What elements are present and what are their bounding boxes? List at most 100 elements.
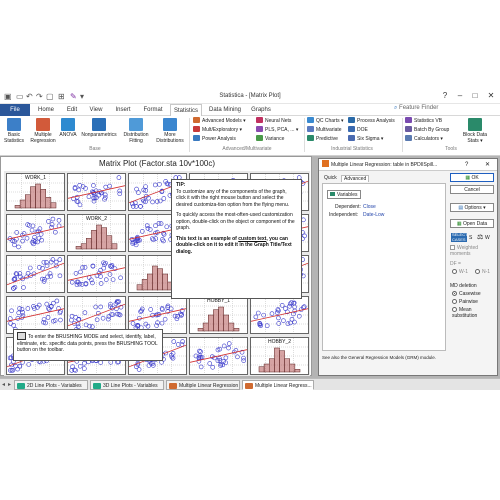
six-sigma-button[interactable]: Six Sigma ▾: [348, 135, 383, 143]
histogram-bar: [274, 347, 280, 373]
tab-home[interactable]: Home: [32, 104, 60, 116]
dialog-help-button[interactable]: ?: [465, 159, 468, 171]
maximize-button[interactable]: □: [468, 91, 482, 100]
tab-scroll-right-icon[interactable]: ▸: [8, 380, 11, 390]
neural-nets-button[interactable]: Neural Nets: [256, 117, 291, 125]
scatter-point: [241, 358, 246, 363]
weighted-moments-checkbox[interactable]: Weighted moments: [450, 245, 490, 257]
scatter-point: [98, 304, 104, 310]
doe-button[interactable]: DOE: [348, 126, 368, 134]
feature-finder-input[interactable]: Feature Finder: [399, 105, 438, 111]
scatter-cell[interactable]: [189, 337, 248, 375]
close-button[interactable]: ✕: [484, 91, 498, 100]
scatter-point: [152, 182, 158, 188]
df-w1-radio[interactable]: W-1: [452, 269, 468, 275]
multiple-regression-button[interactable]: Multiple Regression: [28, 118, 58, 144]
tab-insert[interactable]: Insert: [110, 104, 136, 116]
options-button[interactable]: ▤ Options ▾: [450, 203, 494, 212]
scatter-cell[interactable]: [6, 214, 65, 252]
df-n1-radio[interactable]: N-1: [475, 269, 490, 275]
tab-edit[interactable]: Edit: [60, 104, 84, 116]
tab-scroll-left-icon[interactable]: ◂: [2, 380, 5, 390]
cancel-button[interactable]: Cancel: [450, 185, 494, 194]
weight-icon[interactable]: ⚖: [477, 233, 483, 241]
tab-file[interactable]: File: [0, 104, 30, 116]
window-tab-3d-line-plots[interactable]: 3D Line Plots - Variables: [90, 380, 164, 390]
window-tabs-bar: ◂ ▸ 2D Line Plots - Variables 3D Line Pl…: [0, 378, 500, 390]
block-data-stats-button[interactable]: Block Data Stats ▾: [458, 118, 492, 144]
window-tab-multiple-regression-2[interactable]: Multiple Linear Regress...: [242, 380, 314, 390]
scatter-point: [253, 314, 259, 320]
variance-button[interactable]: Variance: [256, 135, 284, 143]
scatter-point: [207, 361, 213, 366]
scatter-cell[interactable]: [67, 255, 126, 293]
dialog-tab-advanced[interactable]: Advanced: [341, 175, 370, 182]
tip-textbox[interactable]: TIP: To customize any of the components …: [171, 179, 302, 299]
anova-button[interactable]: ANOVA: [58, 118, 78, 138]
pls-pca-icon: [256, 126, 263, 132]
window-tab-multiple-regression[interactable]: Multiple Linear Regression: [166, 380, 240, 390]
more-distributions-button[interactable]: More Distributions: [153, 118, 187, 144]
basic-statistics-button[interactable]: Basic Statistics: [2, 118, 26, 144]
scatter-cell[interactable]: [250, 296, 309, 334]
variables-button[interactable]: Variables: [327, 190, 361, 199]
histogram-bar: [141, 279, 148, 291]
multiple-regression-dialog[interactable]: Multiple Linear Regression: table in BPD…: [318, 158, 498, 376]
brushing-textbox[interactable]: To enter the BRUSHING MODE and select, i…: [13, 329, 163, 361]
scatter-cell[interactable]: [67, 173, 126, 211]
calculators-button[interactable]: Calculators ▾: [405, 135, 443, 143]
window-tab-2d-line-plots[interactable]: 2D Line Plots - Variables: [14, 380, 88, 390]
scatter-point: [53, 259, 59, 265]
ok-button[interactable]: ▦ OK: [450, 173, 494, 182]
scatter-svg: [68, 256, 125, 292]
power-analysis-button[interactable]: Power Analysis: [193, 135, 236, 143]
open-data-button[interactable]: ▦ Open Data: [450, 219, 494, 228]
process-analysis-button[interactable]: Process Analysis: [348, 117, 395, 125]
scatter-cell[interactable]: [6, 255, 65, 293]
tip-heading: TIP:: [176, 182, 186, 188]
histogram-cell[interactable]: HOBBY_1: [189, 296, 248, 334]
scatter-point: [118, 275, 123, 281]
select-cases-button[interactable]: SELECT CASES: [451, 232, 468, 242]
tab-view[interactable]: View: [84, 104, 108, 116]
batch-by-group-button[interactable]: Batch By Group: [405, 126, 449, 134]
histogram-bar: [75, 246, 82, 250]
group-label-tools: Tools: [445, 146, 457, 152]
scatter-point: [94, 317, 100, 323]
custom-text-link[interactable]: custom text: [238, 236, 266, 242]
histogram-bar: [162, 273, 168, 291]
distribution-fitting-button[interactable]: Distribution Fitting: [119, 118, 153, 144]
histogram-cell[interactable]: WORK_2: [67, 214, 126, 252]
advanced-models-button[interactable]: Advanced Models ▾: [193, 117, 246, 125]
md-casewise-radio[interactable]: Casewise: [452, 291, 481, 297]
mult-exploratory-button[interactable]: Mult/Exploratory ▾: [193, 126, 242, 134]
scatter-point: [287, 303, 292, 309]
scatter-point: [103, 184, 109, 190]
predictive-button[interactable]: Predictive: [307, 135, 338, 143]
nonparametrics-button[interactable]: Nonparametrics: [79, 118, 119, 138]
multivariate-button[interactable]: Multivariate: [307, 126, 342, 134]
qc-charts-button[interactable]: QC Charts ▾: [307, 117, 344, 125]
scatter-point: [150, 199, 155, 205]
minimize-button[interactable]: –: [453, 91, 467, 100]
feature-finder[interactable]: ⌕ Feature Finder: [394, 105, 438, 112]
md-mean-substitution-radio[interactable]: Mean substitution: [452, 307, 492, 319]
statistics-vb-button[interactable]: Statistics VB: [405, 117, 442, 125]
scatter-point: [276, 321, 282, 326]
histogram-cell[interactable]: WORK_1: [6, 173, 65, 211]
matrix-plot-window[interactable]: Matrix Plot (Factor.sta 10v*100c) WORK_1…: [0, 156, 312, 376]
tab-data-mining[interactable]: Data Mining: [206, 104, 244, 116]
histogram-bar: [25, 194, 31, 209]
dialog-tab-quick[interactable]: Quick: [324, 175, 337, 181]
help-button[interactable]: ?: [438, 91, 452, 100]
tab-graphs[interactable]: Graphs: [248, 104, 274, 116]
scatter-point: [93, 304, 99, 310]
histogram-bar: [50, 202, 57, 209]
md-pairwise-radio[interactable]: Pairwise: [452, 299, 478, 305]
weight-w-label: W: [485, 235, 490, 241]
dialog-close-button[interactable]: ✕: [485, 159, 490, 171]
scatter-point: [148, 307, 153, 312]
histogram-cell[interactable]: HOBBY_2: [250, 337, 309, 375]
tab-format[interactable]: Format: [138, 104, 168, 116]
pls-pca-button[interactable]: PLS, PCA, ... ▾: [256, 126, 298, 134]
